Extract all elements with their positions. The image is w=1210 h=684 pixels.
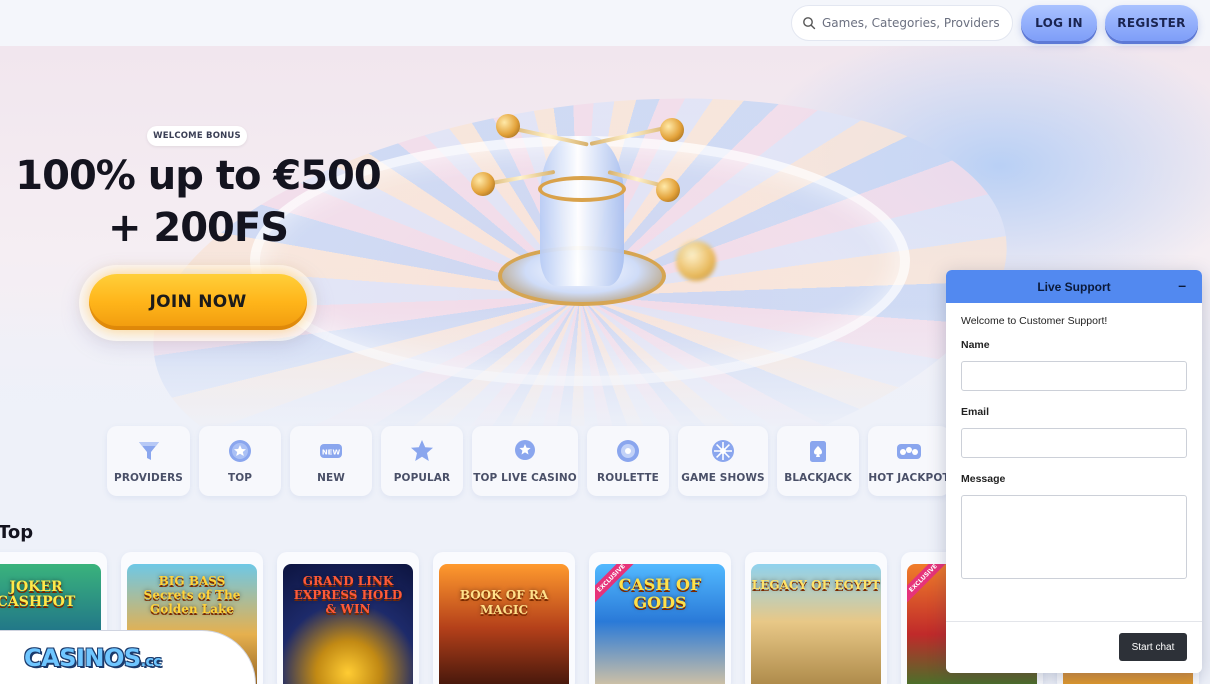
category-providers[interactable]: PROVIDERS: [107, 426, 190, 496]
game-thumbnail: GRAND LINK EXPRESS HOLD & WIN: [283, 564, 413, 684]
category-popular[interactable]: POPULAR: [381, 426, 463, 496]
chat-title: Live Support: [1037, 279, 1111, 294]
email-field[interactable]: [961, 428, 1187, 458]
hero-title-line1: 100% up to €500: [15, 153, 381, 199]
name-label: Name: [961, 339, 990, 351]
top-header: LOG IN REGISTER: [0, 0, 1210, 46]
live-support-widget: Live Support – Welcome to Customer Suppo…: [946, 270, 1202, 673]
search-icon: [803, 17, 816, 30]
category-game-shows[interactable]: GAME SHOWS: [678, 426, 768, 496]
game-card[interactable]: BOOK OF RA MAGIC: [433, 552, 575, 684]
game-title: LEGACY OF EGYPT: [751, 578, 881, 592]
hero-title-line2: + 200FS: [107, 205, 289, 251]
game-title: CASH OF GODS: [618, 575, 702, 612]
game-thumbnail: EXCLUSIVE CASH OF GODS: [595, 564, 725, 684]
category-top[interactable]: TOP: [199, 426, 281, 496]
category-label: GAME SHOWS: [681, 472, 765, 484]
spindle-knob: [660, 118, 684, 142]
hero-title: 100% up to €500 + 200FS: [0, 150, 396, 254]
category-blackjack[interactable]: BLACKJACK: [777, 426, 859, 496]
logo-name: CASINOS: [24, 643, 141, 672]
category-label: NEW: [317, 472, 345, 484]
welcome-bonus-badge: WELCOME BONUS: [147, 126, 247, 146]
card-icon: [805, 438, 831, 464]
category-label: BLACKJACK: [784, 472, 852, 484]
new-tag-icon: NEW: [318, 438, 344, 464]
chat-welcome-text: Welcome to Customer Support!: [961, 315, 1108, 327]
chat-form: Welcome to Customer Support! Name Email …: [946, 303, 1202, 579]
spindle-knob: [496, 114, 520, 138]
start-chat-button[interactable]: Start chat: [1119, 633, 1187, 661]
message-label: Message: [961, 473, 1006, 485]
message-field[interactable]: [961, 495, 1187, 579]
game-card[interactable]: GRAND LINK EXPRESS HOLD & WIN: [277, 552, 419, 684]
funnel-icon: [136, 438, 162, 464]
site-logo: CASINOS.cc: [24, 643, 162, 672]
category-top-live-casino[interactable]: TOP LIVE CASINO: [472, 426, 578, 496]
category-label: TOP LIVE CASINO: [473, 472, 577, 484]
category-roulette[interactable]: ROULETTE: [587, 426, 669, 496]
category-new[interactable]: NEW NEW: [290, 426, 372, 496]
category-label: POPULAR: [393, 472, 451, 484]
name-field[interactable]: [961, 361, 1187, 391]
coins-icon: [896, 438, 922, 464]
svg-text:NEW: NEW: [322, 449, 341, 457]
roulette-ball: [676, 241, 716, 281]
game-title: BIG BASS Secrets of The Golden Lake: [143, 574, 241, 616]
category-label: TOP: [227, 472, 253, 484]
site-logo-badge[interactable]: CASINOS.cc: [0, 630, 256, 684]
badge-star-icon: [227, 438, 253, 464]
game-title: JOKER CASHPOT: [0, 579, 76, 610]
join-now-button[interactable]: JOIN NOW: [89, 274, 307, 330]
section-title-top: Top: [0, 522, 34, 543]
category-label: HOT JACKPOT: [868, 472, 950, 484]
category-nav: PROVIDERS TOP NEW NEW POPULAR TOP LIVE C…: [107, 426, 950, 496]
star-icon: [409, 438, 435, 464]
search-input[interactable]: [822, 16, 1002, 30]
live-star-icon: [512, 438, 538, 464]
register-button[interactable]: REGISTER: [1105, 5, 1198, 41]
chat-header: Live Support –: [946, 270, 1202, 303]
game-card[interactable]: EXCLUSIVE CASH OF GODS: [589, 552, 731, 684]
roulette-icon: [615, 438, 641, 464]
game-card[interactable]: LEGACY OF EGYPT: [745, 552, 887, 684]
wheel-icon: [710, 438, 736, 464]
email-label: Email: [961, 406, 990, 418]
minimize-icon[interactable]: –: [1178, 278, 1186, 292]
category-label: PROVIDERS: [114, 472, 183, 484]
game-title: GRAND LINK EXPRESS HOLD & WIN: [293, 574, 403, 616]
logo-suffix: .cc: [140, 653, 162, 670]
exclusive-badge: EXCLUSIVE: [907, 564, 949, 604]
join-button-halo: JOIN NOW: [79, 265, 317, 341]
game-title: BOOK OF RA MAGIC: [459, 588, 549, 617]
game-thumbnail: LEGACY OF EGYPT: [751, 564, 881, 684]
spindle-knob: [656, 178, 680, 202]
roulette-collar: [538, 176, 626, 202]
category-hot-jackpot[interactable]: HOT JACKPOT: [868, 426, 950, 496]
roulette-spindle: [540, 136, 624, 286]
game-thumbnail: BOOK OF RA MAGIC: [439, 564, 569, 684]
spindle-knob: [471, 172, 495, 196]
login-button[interactable]: LOG IN: [1021, 5, 1097, 41]
search-box[interactable]: [791, 5, 1013, 41]
category-label: ROULETTE: [597, 472, 659, 484]
chat-footer: Start chat: [946, 621, 1202, 673]
